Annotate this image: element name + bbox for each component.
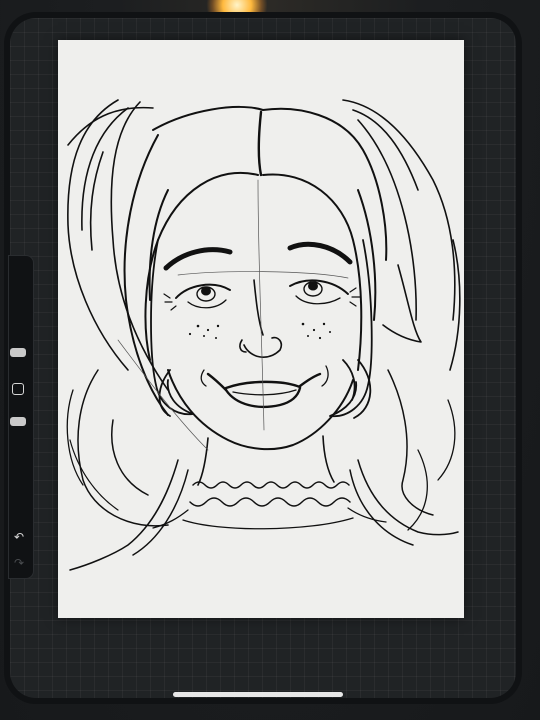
- lower-hair: [69, 369, 459, 571]
- eyebrows: [163, 241, 353, 271]
- photo-frame: ↶ ↷: [0, 0, 540, 720]
- shoulders: [152, 507, 387, 530]
- mouth: [206, 372, 322, 409]
- left-pigtail: [66, 99, 169, 511]
- neck: [197, 435, 335, 486]
- drawing-canvas[interactable]: [58, 40, 464, 618]
- opacity-slider[interactable]: [10, 417, 26, 426]
- sketch-artwork: [66, 99, 461, 571]
- undo-icon[interactable]: ↶: [12, 530, 26, 544]
- procreate-sidebar: ↶ ↷: [8, 255, 34, 579]
- right-eye: [289, 279, 361, 307]
- modify-button[interactable]: [12, 383, 24, 395]
- home-indicator[interactable]: [173, 692, 343, 697]
- left-eye: [163, 283, 231, 311]
- brush-size-slider[interactable]: [10, 348, 26, 357]
- choker: [189, 481, 351, 507]
- construction-lines: [117, 179, 349, 451]
- redo-icon[interactable]: ↷: [12, 556, 26, 570]
